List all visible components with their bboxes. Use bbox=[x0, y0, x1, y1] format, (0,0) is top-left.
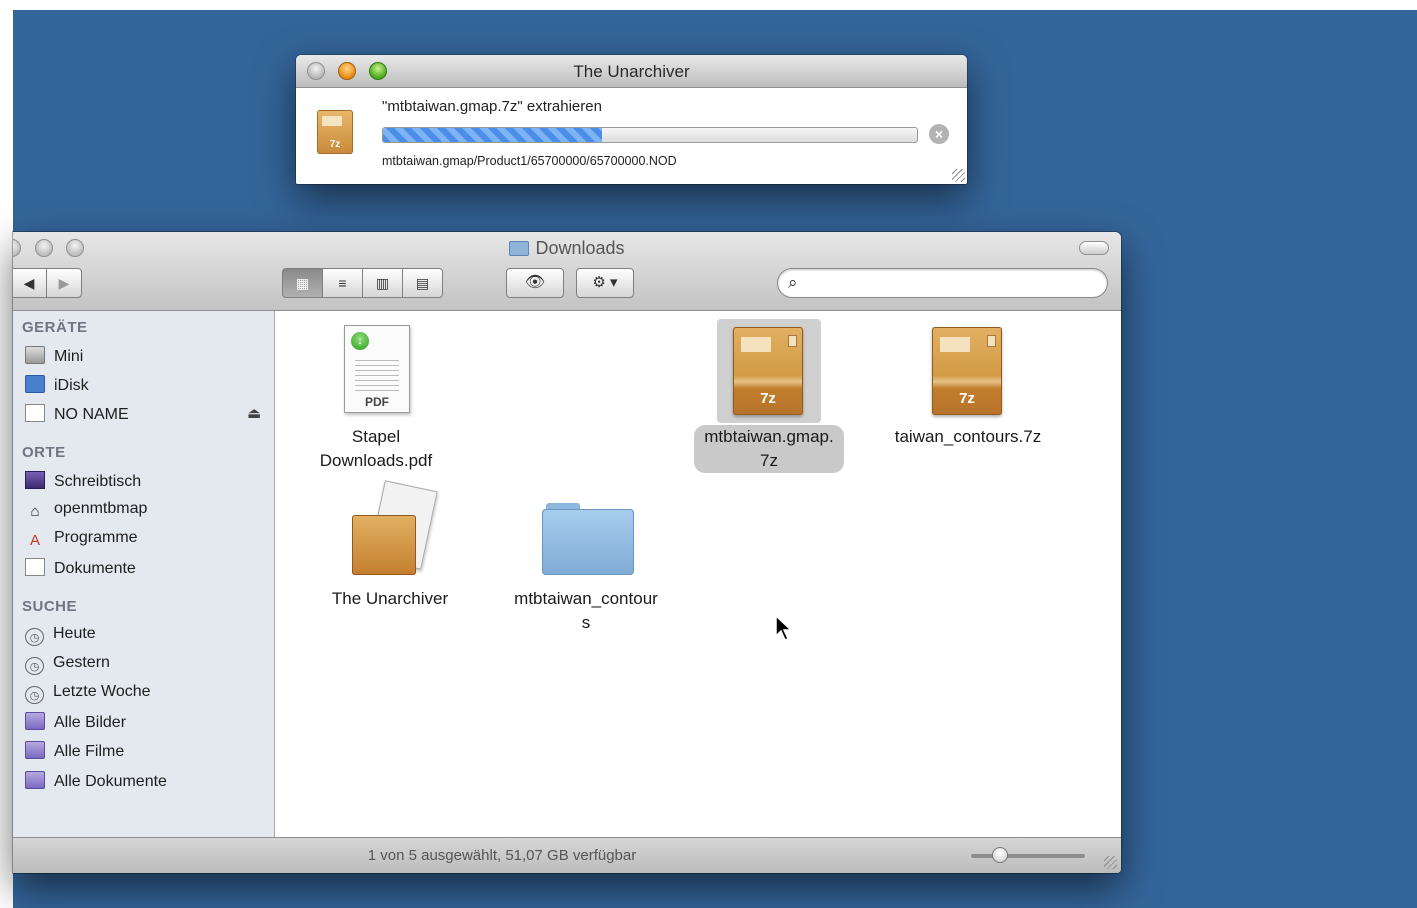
slider-knob[interactable] bbox=[991, 847, 1008, 863]
archive-7z-icon: 7z bbox=[717, 319, 821, 423]
home-icon: ⌂ bbox=[30, 503, 40, 520]
smart-folder-icon bbox=[25, 771, 45, 789]
file-name: mtbtaiwan_contour s bbox=[514, 589, 658, 632]
unarchiver-body: 7z "mtbtaiwan.gmap.7z" extrahieren × mtb… bbox=[296, 88, 967, 184]
sidebar-item-dokumente[interactable]: Dokumente bbox=[25, 558, 136, 582]
documents-icon bbox=[25, 558, 45, 576]
status-bar: 1 von 5 ausgewählt, 51,07 GB verfügbar bbox=[13, 837, 1121, 873]
icon-size-slider[interactable] bbox=[971, 847, 1085, 863]
sidebar-item-openmtbmap[interactable]: ⌂ openmtbmap bbox=[25, 500, 147, 524]
eject-icon[interactable]: ⏏ bbox=[247, 404, 261, 422]
mouse-pointer-icon bbox=[775, 615, 793, 641]
file-item-stapel-downloads-pdf[interactable]: ↓ PDF Stapel Downloads.pdf bbox=[286, 319, 466, 473]
applications-icon: A bbox=[29, 532, 40, 549]
smart-folder-icon bbox=[25, 741, 45, 759]
toolbar-toggle-button[interactable] bbox=[1079, 241, 1109, 255]
file-name: mtbtaiwan.gmap. 7z bbox=[694, 425, 844, 473]
extract-message: "mtbtaiwan.gmap.7z" extrahieren bbox=[382, 98, 602, 115]
smart-folder-icon bbox=[25, 712, 45, 730]
folder-icon bbox=[534, 481, 638, 585]
hard-disk-icon bbox=[25, 346, 45, 364]
column-view-button[interactable]: ▥ bbox=[362, 268, 403, 298]
file-item-mtbtaiwan-contours-folder[interactable]: mtbtaiwan_contour s bbox=[483, 481, 689, 635]
quicklook-button[interactable]: 👁 bbox=[506, 268, 564, 298]
file-item-the-unarchiver[interactable]: The Unarchiver bbox=[300, 480, 480, 611]
file-browser: ↓ PDF Stapel Downloads.pdf 7z mtbtaiwan.g… bbox=[275, 311, 1121, 838]
progress-fill bbox=[383, 128, 602, 142]
icon-view-button[interactable]: ▦ bbox=[282, 268, 323, 298]
action-menu-button[interactable]: ⚙ ▾ bbox=[576, 268, 634, 298]
unarchiver-window: The Unarchiver 7z "mtbtaiwan.gmap.7z" ex… bbox=[296, 55, 967, 184]
status-text: 1 von 5 ausgewählt, 51,07 GB verfügbar bbox=[367, 847, 637, 864]
sidebar-item-programme[interactable]: A Programme bbox=[25, 529, 138, 553]
clock-icon: ◷ bbox=[25, 686, 44, 704]
search-field[interactable]: ⌕ bbox=[777, 268, 1108, 298]
folder-icon bbox=[509, 241, 530, 256]
idisk-icon bbox=[25, 375, 45, 393]
file-name: Stapel Downloads.pdf bbox=[319, 427, 433, 470]
resize-grip-icon[interactable] bbox=[1104, 856, 1117, 869]
external-disk-icon bbox=[25, 404, 45, 422]
finder-window: Downloads ◀ ▶ ▦ ≡ ▥ ▤ 👁 ⚙ ▾ ⌕ GERÄTE Min… bbox=[13, 232, 1121, 873]
sidebar-item-gestern[interactable]: ◷ Gestern bbox=[25, 654, 110, 678]
file-name: The Unarchiver bbox=[331, 589, 449, 608]
file-name: taiwan_contours.7z bbox=[894, 427, 1042, 446]
file-item-taiwan-contours-7z[interactable]: 7z taiwan_contours.7z bbox=[876, 319, 1060, 449]
desktop-icon bbox=[25, 471, 45, 489]
sidebar-item-letzte-woche[interactable]: ◷ Letzte Woche bbox=[25, 683, 151, 707]
sidebar-heading-places: ORTE bbox=[22, 444, 66, 461]
clock-icon: ◷ bbox=[25, 628, 44, 646]
current-file-path: mtbtaiwan.gmap/Product1/65700000/6570000… bbox=[382, 154, 677, 168]
unarchiver-app-icon bbox=[338, 480, 442, 585]
archive-icon: 7z bbox=[317, 110, 353, 154]
sidebar-item-alle-bilder[interactable]: Alle Bilder bbox=[25, 712, 126, 736]
progress-bar bbox=[382, 127, 918, 143]
list-view-button[interactable]: ≡ bbox=[322, 268, 363, 298]
search-input[interactable] bbox=[812, 273, 1096, 295]
sidebar-item-mini[interactable]: Mini bbox=[25, 346, 83, 370]
back-button[interactable]: ◀ bbox=[13, 268, 47, 298]
finder-toolbar: Downloads ◀ ▶ ▦ ≡ ▥ ▤ 👁 ⚙ ▾ ⌕ bbox=[13, 232, 1121, 311]
clock-icon: ◷ bbox=[25, 657, 44, 675]
pdf-file-icon: ↓ PDF bbox=[324, 319, 428, 423]
sidebar-item-schreibtisch[interactable]: Schreibtisch bbox=[25, 471, 141, 495]
sidebar-heading-search: SUCHE bbox=[22, 598, 78, 615]
eye-icon: 👁 bbox=[524, 274, 546, 291]
gear-icon: ⚙ ▾ bbox=[592, 274, 618, 291]
sidebar-heading-devices: GERÄTE bbox=[22, 319, 88, 336]
unarchiver-titlebar[interactable]: The Unarchiver bbox=[296, 55, 967, 88]
cancel-icon[interactable]: × bbox=[929, 124, 949, 144]
file-item-mtbtaiwan-gmap-7z[interactable]: 7z mtbtaiwan.gmap. 7z bbox=[679, 319, 859, 473]
sidebar-item-alle-dokumente[interactable]: Alle Dokumente bbox=[25, 771, 167, 795]
sidebar-item-alle-filme[interactable]: Alle Filme bbox=[25, 741, 124, 765]
sidebar: GERÄTE Mini iDisk NO NAME ⏏ ORTE Schreib… bbox=[13, 311, 275, 838]
window-title: Downloads bbox=[13, 238, 1121, 259]
archive-7z-icon: 7z bbox=[916, 319, 1020, 423]
resize-grip-icon[interactable] bbox=[952, 169, 965, 182]
search-icon: ⌕ bbox=[788, 273, 798, 292]
sidebar-item-no-name[interactable]: NO NAME bbox=[25, 404, 129, 428]
unarchiver-title: The Unarchiver bbox=[573, 62, 690, 81]
coverflow-view-button[interactable]: ▤ bbox=[402, 268, 443, 298]
sidebar-item-idisk[interactable]: iDisk bbox=[25, 375, 89, 399]
sidebar-item-heute[interactable]: ◷ Heute bbox=[25, 625, 96, 649]
forward-button[interactable]: ▶ bbox=[46, 268, 82, 298]
